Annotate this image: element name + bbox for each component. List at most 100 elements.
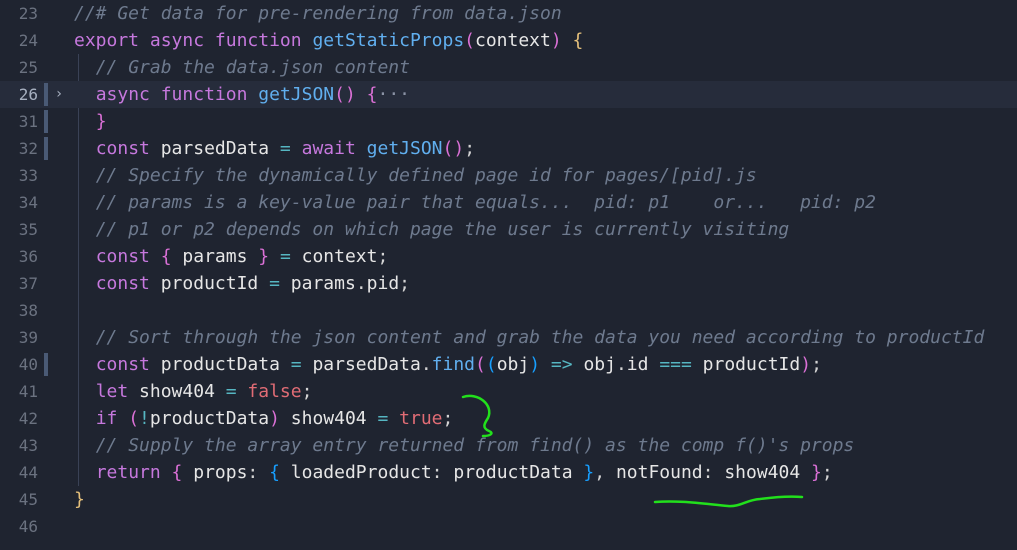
code-text: const parsedData = await getJSON(); [74,135,475,162]
code-line[interactable]: 34 // params is a key-value pair that eq… [0,189,1017,216]
code-token: ( [128,408,140,429]
code-token: const [95,354,161,375]
code-line[interactable]: 33 // Specify the dynamically defined pa… [0,162,1017,189]
code-editor[interactable]: 23 //# Get data for pre-rendering from da… [0,0,1017,550]
code-token: props [182,462,248,483]
code-token: { [572,30,584,51]
code-token: const [95,273,161,294]
line-number: 45 [18,490,38,509]
code-line[interactable]: 39 // Sort through the json content and … [0,324,1017,351]
code-line[interactable]: 25 // Grab the data.json content [0,54,1017,81]
code-text: } [74,108,107,135]
code-line[interactable]: 23 //# Get data for pre-rendering from da… [0,0,1017,27]
code-line[interactable]: 31 } [0,108,1017,135]
code-token: ; [301,381,313,402]
code-token: const [95,138,161,159]
code-token: productId [160,273,259,294]
code-token: productId [702,354,801,375]
code-line[interactable]: 36 const { params } = context; [0,243,1017,270]
code-text: // params is a key-value pair that equal… [74,189,876,216]
code-line[interactable]: 24 export async function getStaticProps(c… [0,27,1017,54]
code-text: export async function getStaticProps(con… [74,27,583,54]
code-token: getStaticProps [312,30,465,51]
line-number: 41 [18,382,38,401]
code-token: if [95,408,129,429]
code-line[interactable]: 42 if (!productData) show404 = true; [0,405,1017,432]
code-token: context [475,30,551,51]
code-token: = [258,273,291,294]
code-token: obj [496,354,530,375]
code-token: context [301,246,378,267]
code-token: // p1 or p2 depends on which page the us… [95,219,790,240]
code-line[interactable]: 37 const productId = params.pid; [0,270,1017,297]
code-token: = [279,354,313,375]
code-token: === [648,354,703,375]
code-text: // Grab the data.json content [74,54,410,81]
code-line[interactable]: 45} [0,486,1017,513]
line-number: 26 [18,85,38,104]
code-token: show404 [139,381,215,402]
code-token: => [540,354,584,375]
code-text: const productId = params.pid; [74,270,410,297]
code-token: { [171,462,183,483]
code-token: ; [442,408,454,429]
code-token: productData [160,354,280,375]
code-token: = [269,246,302,267]
code-token: } [74,489,85,510]
line-number: 46 [18,517,38,536]
code-token: show404 [724,462,812,483]
code-token: . [615,354,627,375]
code-line[interactable]: 43 // Supply the array entry returned fr… [0,432,1017,459]
code-text: if (!productData) show404 = true; [74,405,454,432]
code-line[interactable]: 41 let show404 = false; [0,378,1017,405]
line-number: 35 [18,220,38,239]
line-number: 42 [18,409,38,428]
line-number: 38 [18,301,38,320]
code-token: params [290,273,356,294]
code-token: : [702,462,725,483]
code-token: ; [464,138,476,159]
code-line[interactable]: 26 › async function getJSON() {··· [0,81,1017,108]
code-token: export [74,30,150,51]
code-token: ) [550,30,562,51]
code-token: ··· [377,84,411,105]
code-token: id [626,354,649,375]
code-token: //# Get data for pre-rendering from data… [74,3,562,24]
code-token: find [431,354,476,375]
code-line[interactable]: 40 const productData = parsedData.find((… [0,351,1017,378]
line-number: 23 [18,4,38,23]
code-token: { [366,84,378,105]
gutter-change-marker [44,110,48,133]
code-token: productData [453,462,584,483]
code-line[interactable]: 44 return { props: { loadedProduct: prod… [0,459,1017,486]
code-token: getJSON [258,84,335,105]
code-token: // Sort through the json content and gra… [95,327,985,348]
code-line[interactable]: 35 // p1 or p2 depends on which page the… [0,216,1017,243]
line-number: 39 [18,328,38,347]
code-token: } [583,462,595,483]
code-token: ) [800,354,812,375]
code-line[interactable]: 46 [0,513,1017,540]
code-token: ; [821,462,833,483]
code-line[interactable]: 32 const parsedData = await getJSON(); [0,135,1017,162]
code-token: ( [475,354,486,375]
code-token: false [247,381,302,402]
code-token: show404 [279,408,367,429]
code-token: { [269,462,280,483]
code-text: let show404 = false; [74,378,313,405]
fold-chevron-icon[interactable]: › [52,81,66,108]
code-token: getJSON [366,138,443,159]
code-line[interactable]: 38 [0,297,1017,324]
code-text: } [74,486,85,513]
gutter-change-marker [44,353,48,376]
code-token: = [214,381,248,402]
line-number: 43 [18,436,38,455]
code-text: return { props: { loadedProduct: product… [74,459,833,486]
